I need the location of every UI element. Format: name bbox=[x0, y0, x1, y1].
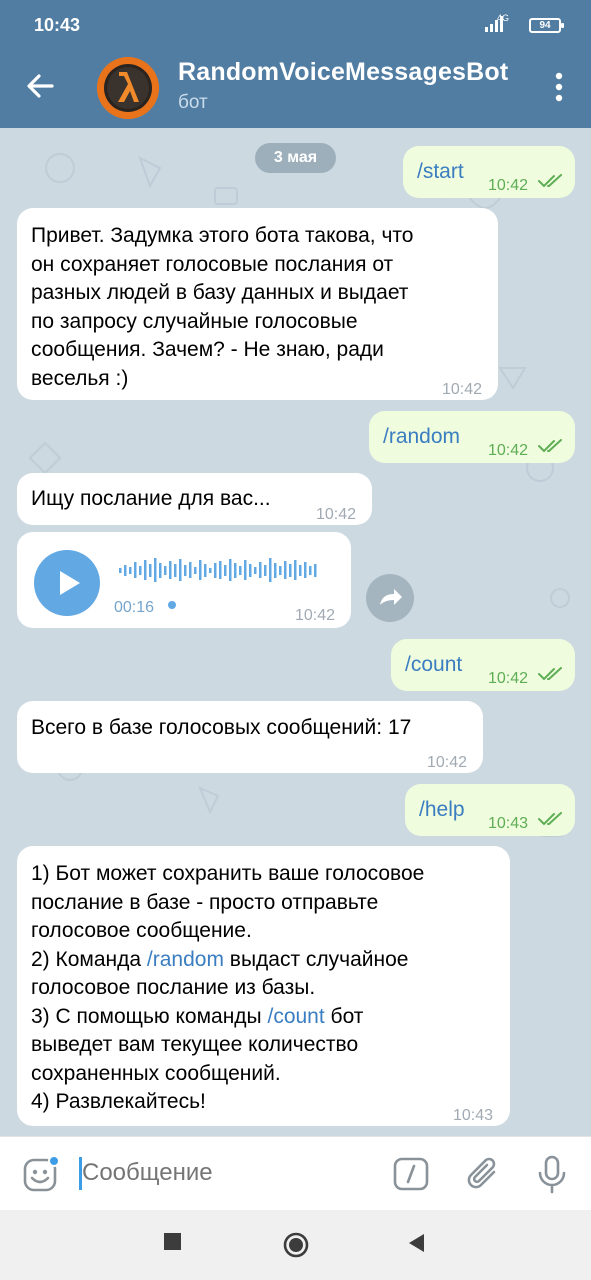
command-link-count[interactable]: /count bbox=[267, 1005, 324, 1028]
share-icon bbox=[380, 589, 402, 605]
chat-header: RandomVoiceMessagesBot бот bbox=[0, 44, 591, 128]
message-time: 10:42 bbox=[488, 442, 529, 459]
message-line: Привет. Задумка этого бота такова, что bbox=[31, 224, 414, 247]
battery-icon: 94 bbox=[529, 18, 564, 33]
message-text: Привет. Задумка этого бота такова, что о… bbox=[31, 222, 413, 393]
signal-icon bbox=[485, 16, 503, 32]
message-text: /random bbox=[383, 425, 461, 448]
battery-level: 94 bbox=[539, 20, 551, 31]
message-time: 10:42 bbox=[488, 177, 529, 194]
status-time: 10:43 bbox=[34, 15, 81, 35]
message-line: 2) Команда /random выдаст случайное bbox=[31, 946, 424, 975]
voice-message[interactable]: 00:16 10:42 bbox=[17, 532, 351, 628]
attach-icon[interactable] bbox=[465, 1154, 501, 1194]
message-text: /start bbox=[417, 160, 464, 183]
waveform[interactable] bbox=[119, 554, 319, 586]
outgoing-message[interactable]: /start 10:42 bbox=[403, 146, 575, 198]
message-line: выведет вам текущее количество bbox=[31, 1033, 359, 1056]
incoming-message[interactable]: Всего в базе голосовых сообщений: 17 10:… bbox=[17, 701, 483, 773]
bot-command-icon[interactable] bbox=[393, 1157, 429, 1191]
message-composer bbox=[0, 1136, 591, 1210]
status-bar: 10:43 4G 94 bbox=[0, 0, 591, 44]
text-span: бот bbox=[324, 1004, 364, 1028]
message-line: 3) С помощью команды /count бот bbox=[31, 1003, 424, 1032]
double-check-icon bbox=[538, 667, 562, 681]
emoji-badge bbox=[48, 1155, 60, 1167]
double-check-icon bbox=[538, 174, 562, 188]
message-time: 10:42 bbox=[295, 607, 336, 624]
share-button[interactable] bbox=[366, 574, 414, 622]
voice-duration: 00:16 bbox=[114, 599, 155, 616]
lambda-logo-icon bbox=[97, 57, 159, 119]
text-span: 3) С помощью команды bbox=[31, 1004, 268, 1028]
more-vert-icon[interactable] bbox=[555, 72, 563, 102]
system-nav-bar bbox=[0, 1210, 591, 1280]
message-time: 10:42 bbox=[442, 381, 483, 398]
back-arrow-icon[interactable] bbox=[24, 70, 56, 102]
message-line: по запросу случайные голосовые bbox=[31, 309, 358, 333]
recents-square-icon[interactable] bbox=[163, 1232, 183, 1252]
incoming-message[interactable]: 1) Бот может сохранить ваше голосовое по… bbox=[17, 846, 510, 1126]
chat-subtitle: бот bbox=[178, 92, 208, 113]
command-link-random[interactable]: /random bbox=[147, 948, 224, 971]
message-line: голосовое послание из базы. bbox=[31, 976, 316, 999]
message-line: веселья :) bbox=[31, 366, 129, 390]
message-line: голосовое сообщение. bbox=[31, 919, 252, 942]
message-time: 10:42 bbox=[427, 754, 468, 771]
home-circle-icon[interactable] bbox=[282, 1231, 310, 1259]
play-button[interactable] bbox=[34, 550, 100, 616]
double-check-icon bbox=[538, 439, 562, 453]
message-line: сообщения. Зачем? - Не знаю, ради bbox=[31, 338, 384, 361]
mic-icon[interactable] bbox=[535, 1154, 569, 1194]
incoming-message[interactable]: Привет. Задумка этого бота такова, что о… bbox=[17, 208, 498, 400]
message-time: 10:42 bbox=[488, 670, 529, 687]
chat-title[interactable]: RandomVoiceMessagesBot bbox=[178, 58, 508, 87]
message-line: разных людей в базу данных и выдает bbox=[31, 281, 409, 304]
message-text: /count bbox=[405, 653, 463, 676]
unplayed-dot bbox=[168, 601, 176, 609]
text-span: 2) Команда bbox=[31, 947, 147, 971]
message-line: 1) Бот может сохранить ваше голосовое bbox=[31, 862, 425, 885]
date-separator: 3 мая bbox=[255, 143, 336, 173]
message-text: 1) Бот может сохранить ваше голосовое по… bbox=[31, 860, 424, 1117]
message-time: 10:43 bbox=[453, 1107, 494, 1124]
message-text: Всего в базе голосовых сообщений: 17 bbox=[31, 716, 412, 739]
incoming-message[interactable]: Ищу послание для вас... 10:42 bbox=[17, 473, 372, 525]
message-time: 10:42 bbox=[316, 506, 357, 523]
outgoing-message[interactable]: /help 10:43 bbox=[405, 784, 575, 836]
message-line: послание в базе - просто отправьте bbox=[31, 890, 379, 914]
back-triangle-icon[interactable] bbox=[406, 1232, 426, 1254]
message-line: сохраненных сообщений. bbox=[31, 1061, 281, 1085]
chat-area[interactable]: 3 мая /start 10:42 Привет. Задумка этого… bbox=[0, 128, 591, 1136]
bot-avatar[interactable] bbox=[97, 57, 159, 119]
message-line: 4) Развлекайтесь! bbox=[31, 1090, 206, 1113]
message-text: Ищу послание для вас... bbox=[31, 487, 271, 510]
message-line: он сохраняет голосовые послания от bbox=[31, 252, 394, 276]
message-text: /help bbox=[419, 798, 465, 821]
text-span: выдаст случайное bbox=[223, 947, 409, 971]
message-input[interactable] bbox=[82, 1159, 372, 1187]
message-time: 10:43 bbox=[488, 815, 529, 832]
outgoing-message[interactable]: /count 10:42 bbox=[391, 639, 575, 691]
double-check-icon bbox=[538, 812, 562, 826]
outgoing-message[interactable]: /random 10:42 bbox=[369, 411, 575, 463]
play-icon bbox=[60, 571, 80, 595]
